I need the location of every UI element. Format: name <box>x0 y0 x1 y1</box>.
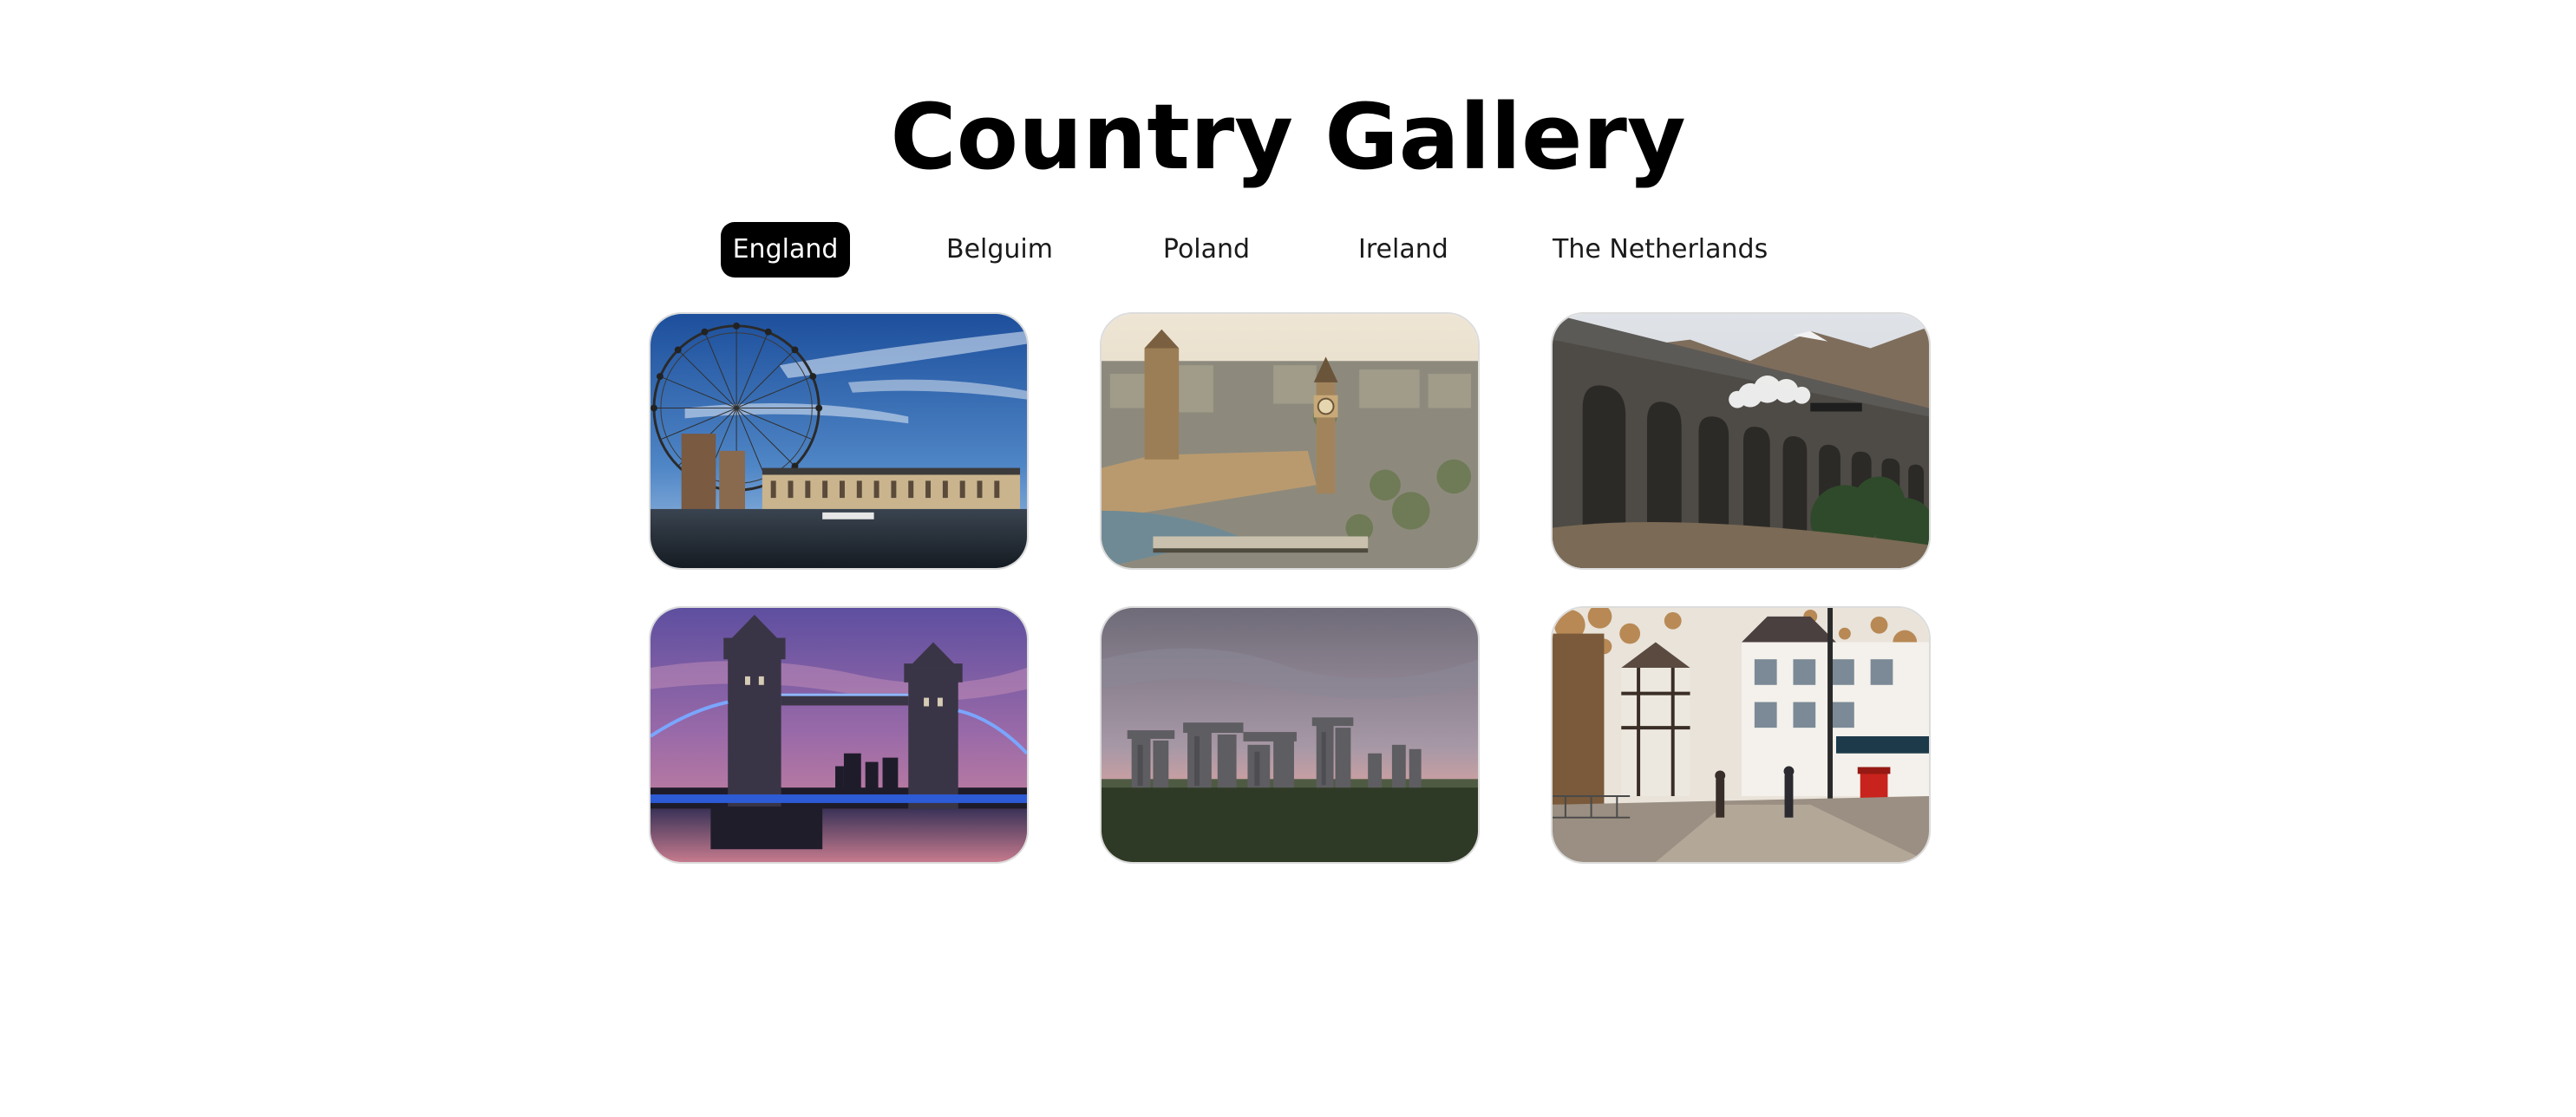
page-title: Country Gallery <box>890 84 1686 190</box>
tab-the-netherlands[interactable]: The Netherlands <box>1553 222 1768 278</box>
tab-poland[interactable]: Poland <box>1161 222 1252 278</box>
london-eye-image <box>651 314 1027 568</box>
tab-ireland[interactable]: Ireland <box>1358 222 1448 278</box>
viaduct-image <box>1553 314 1929 568</box>
tower-bridge-image <box>651 608 1027 862</box>
stonehenge-image <box>1102 608 1478 862</box>
westminster-image <box>1102 314 1478 568</box>
gallery-photo-westminster[interactable] <box>1100 312 1480 570</box>
country-tabs: England Belguim Poland Ireland The Nethe… <box>0 222 2576 278</box>
gallery-photo-tower-bridge[interactable] <box>649 606 1029 864</box>
gallery-photo-town-street[interactable] <box>1551 606 1931 864</box>
tab-belgium[interactable]: Belguim <box>946 222 1053 278</box>
gallery-photo-stonehenge[interactable] <box>1100 606 1480 864</box>
town-street-image <box>1553 608 1929 862</box>
gallery-photo-london-eye[interactable] <box>649 312 1029 570</box>
gallery-photo-viaduct[interactable] <box>1551 312 1931 570</box>
tab-england[interactable]: England <box>721 222 850 278</box>
